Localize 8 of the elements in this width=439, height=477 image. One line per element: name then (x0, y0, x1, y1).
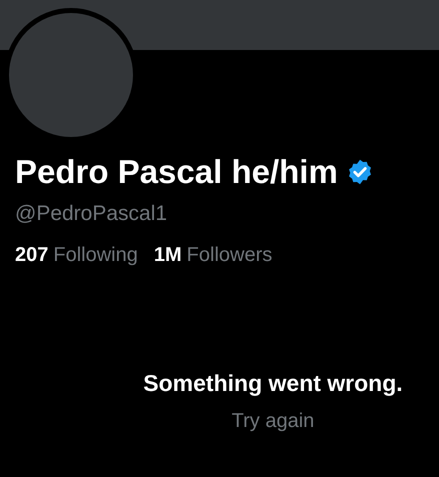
display-name: Pedro Pascal he/him (15, 152, 338, 192)
user-handle: @PedroPascal1 (15, 201, 168, 227)
error-message: Something went wrong. (143, 368, 403, 398)
stat-label[interactable]: Followers (186, 240, 272, 270)
stat-label[interactable]: Following (53, 240, 138, 270)
stat-count: 207 (15, 242, 48, 268)
try-again-link[interactable]: Try again (232, 406, 314, 436)
stat-count: 1M (154, 242, 182, 268)
